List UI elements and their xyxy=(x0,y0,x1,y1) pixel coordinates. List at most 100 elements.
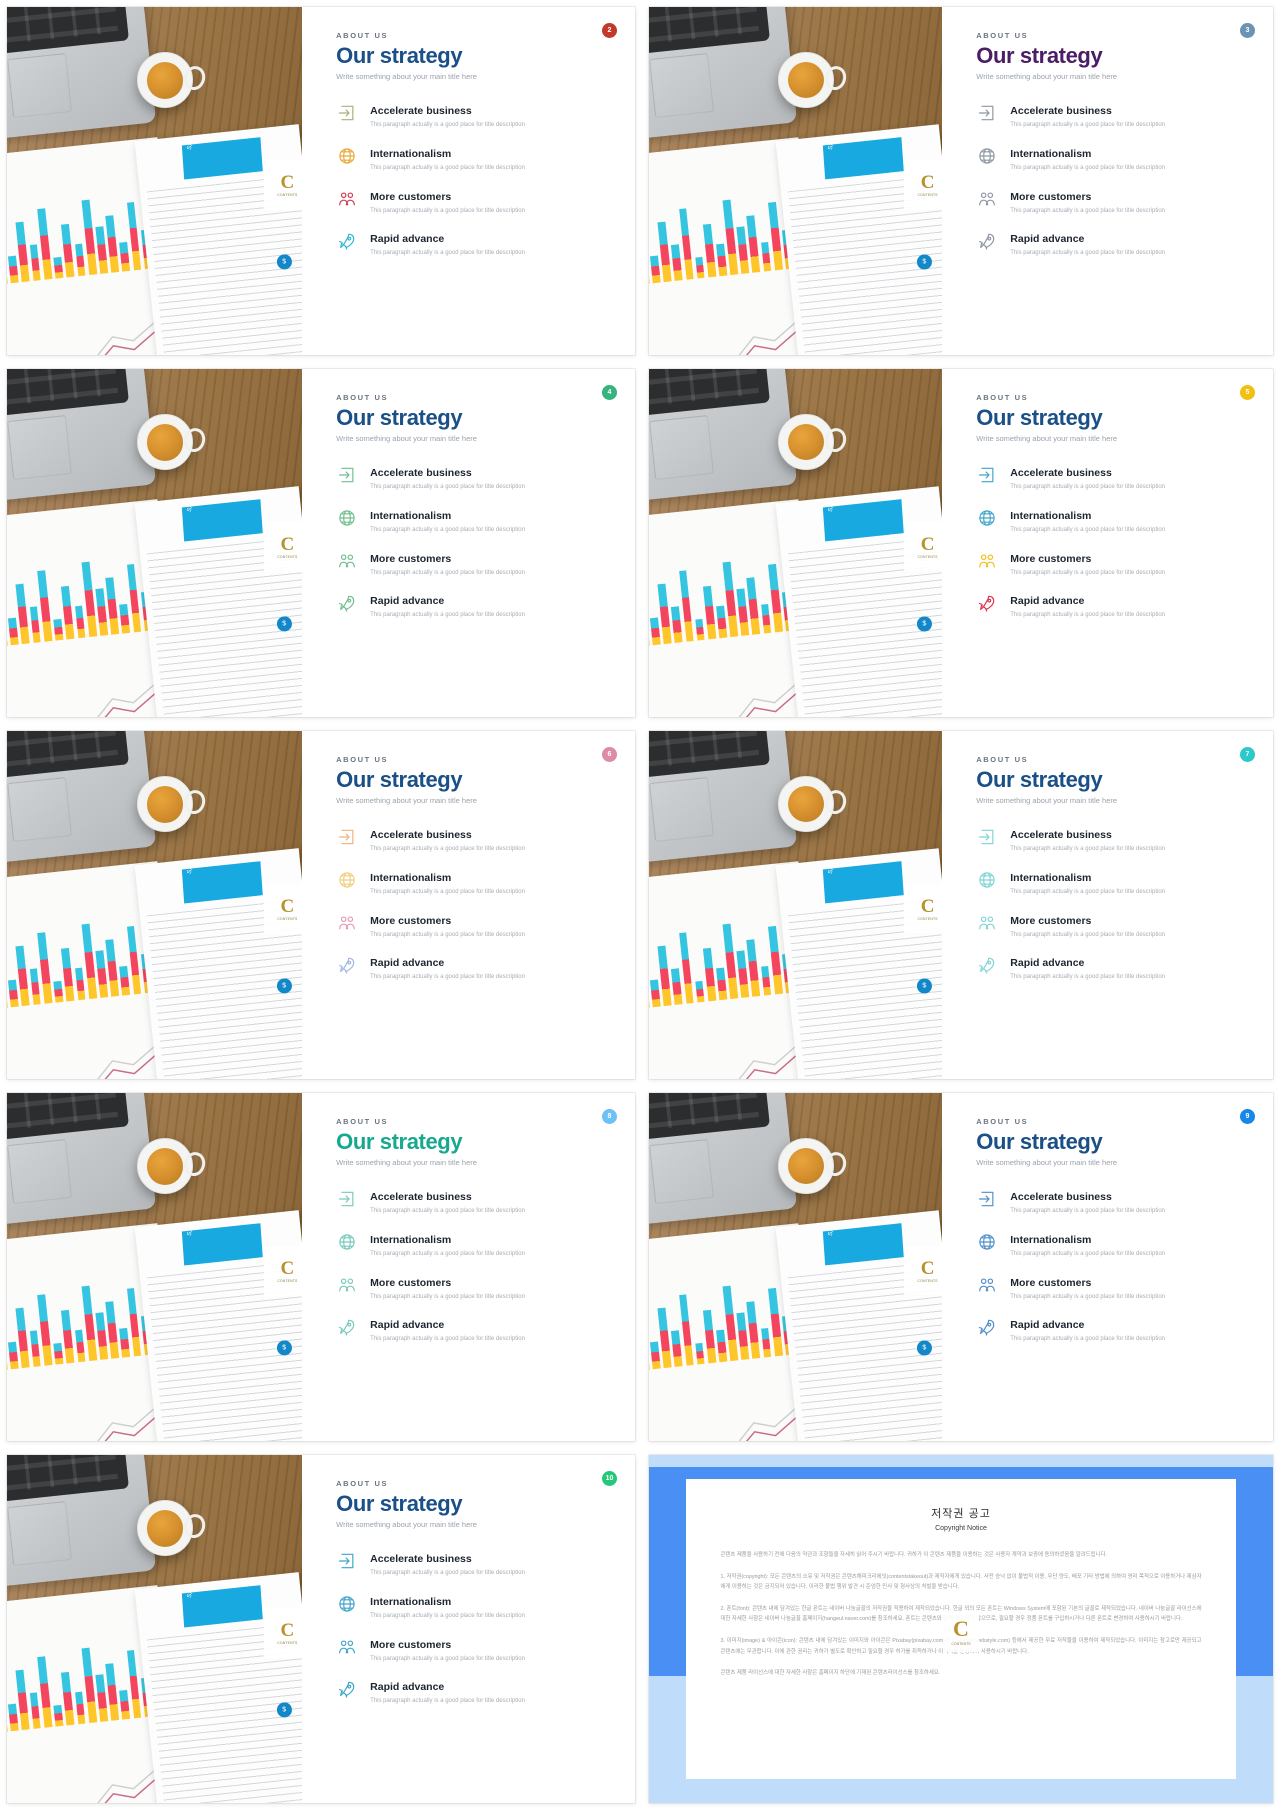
line-chart-graphic xyxy=(14,1407,157,1441)
feature-item[interactable]: Internationalism This paragraph actually … xyxy=(976,506,1243,535)
slide-subtitle: Write something about your main title he… xyxy=(336,796,477,806)
feature-item[interactable]: Internationalism This paragraph actually … xyxy=(976,1230,1243,1259)
watermark-label: CONTENTS xyxy=(951,1641,971,1646)
feature-item[interactable]: Rapid advance This paragraph actually is … xyxy=(336,953,605,982)
contents-watermark: C CONTENTS xyxy=(904,522,943,572)
feature-title: Accelerate business xyxy=(370,105,472,118)
feature-item[interactable]: Rapid advance This paragraph actually is … xyxy=(336,1677,605,1706)
feature-item[interactable]: Accelerate business This paragraph actual… xyxy=(336,101,605,130)
feature-item[interactable]: Accelerate business This paragraph actual… xyxy=(976,101,1243,130)
line-chart-graphic xyxy=(14,1769,157,1803)
slide-subtitle: Write something about your main title he… xyxy=(976,72,1118,82)
contents-watermark: C CONTENTS xyxy=(904,884,943,934)
feature-item[interactable]: More customers This paragraph actually is… xyxy=(336,549,605,578)
people-group-icon xyxy=(976,912,998,934)
slide-subtitle: Write something about your main title he… xyxy=(976,434,1118,444)
feature-description: This paragraph actually is a good place … xyxy=(1010,526,1166,533)
feature-item[interactable]: Rapid advance This paragraph actually is … xyxy=(336,591,605,620)
slide-thumbnail[interactable]: SAMANTHA BLACK$CCONTENTS ABOUT US Our stra… xyxy=(0,1448,642,1810)
feature-description: This paragraph actually is a good place … xyxy=(370,931,525,938)
arrow-into-box-icon xyxy=(336,1188,358,1210)
slide-eyebrow: ABOUT US xyxy=(976,755,1029,764)
slide-thumbnail[interactable]: SAMANTHA BLACK$CCONTENTS ABOUT US Our stra… xyxy=(0,1086,642,1448)
slide-thumbnail[interactable]: SAMANTHA BLACK$CCONTENTS ABOUT US Our stra… xyxy=(0,0,642,362)
slide-eyebrow: ABOUT US xyxy=(976,393,1029,402)
feature-item[interactable]: Rapid advance This paragraph actually is … xyxy=(336,229,605,258)
contents-watermark: C CONTENTS xyxy=(904,160,943,210)
feature-item[interactable]: More customers This paragraph actually is… xyxy=(336,1635,605,1664)
feature-item[interactable]: Accelerate business This paragraph actual… xyxy=(976,825,1243,854)
feature-description: This paragraph actually is a good place … xyxy=(370,1336,525,1343)
feature-item[interactable]: Internationalism This paragraph actually … xyxy=(336,1230,605,1259)
feature-item[interactable]: Rapid advance This paragraph actually is … xyxy=(336,1315,605,1344)
slide-title: Our strategy xyxy=(336,767,463,792)
watermark-label: CONTENTS xyxy=(277,916,298,921)
slide-number-badge: 10 xyxy=(602,1471,617,1486)
feature-item[interactable]: Rapid advance This paragraph actually is … xyxy=(976,953,1243,982)
slide-thumbnail[interactable]: SAMANTHA BLACK$CCONTENTS ABOUT US Our stra… xyxy=(642,724,1280,1086)
slide-title: Our strategy xyxy=(976,405,1103,430)
feature-item[interactable]: More customers This paragraph actually is… xyxy=(336,1273,605,1302)
feature-description: This paragraph actually is a good place … xyxy=(1010,569,1166,576)
globe-icon xyxy=(976,507,998,529)
feature-item[interactable]: More customers This paragraph actually is… xyxy=(976,187,1243,216)
slide-thumbnail[interactable]: SAMANTHA BLACK$CCONTENTS ABOUT US Our stra… xyxy=(0,724,642,1086)
feature-item[interactable]: Internationalism This paragraph actually … xyxy=(976,144,1243,173)
feature-item[interactable]: Internationalism This paragraph actually … xyxy=(336,506,605,535)
feature-item[interactable]: Internationalism This paragraph actually … xyxy=(976,868,1243,897)
line-chart-graphic xyxy=(656,1045,798,1079)
feature-title: Rapid advance xyxy=(1010,957,1085,970)
slide-number-badge: 4 xyxy=(602,385,617,400)
feature-item[interactable]: Internationalism This paragraph actually … xyxy=(336,1592,605,1621)
feature-description: This paragraph actually is a good place … xyxy=(1010,931,1166,938)
feature-item[interactable]: Rapid advance This paragraph actually is … xyxy=(976,229,1243,258)
watermark-letter: C xyxy=(280,1619,295,1641)
feature-item[interactable]: Accelerate business This paragraph actual… xyxy=(336,1549,605,1578)
slide-number-badge: 6 xyxy=(602,747,617,762)
globe-icon xyxy=(336,507,358,529)
feature-item[interactable]: Accelerate business This paragraph actual… xyxy=(336,825,605,854)
copyright-slide-thumbnail[interactable]: 저작권 공고 Copyright Notice 콘텐츠 제품을 사용하기 전에 다음… xyxy=(642,1448,1280,1810)
printed-resume-paper: SAMANTHA BLACK$ xyxy=(134,1210,303,1441)
slide-photo: SAMANTHA BLACK$CCONTENTS xyxy=(7,731,303,1079)
feature-item[interactable]: More customers This paragraph actually is… xyxy=(336,187,605,216)
slide-thumbnail[interactable]: SAMANTHA BLACK$CCONTENTS ABOUT US Our stra… xyxy=(0,362,642,724)
feature-item[interactable]: More customers This paragraph actually is… xyxy=(976,549,1243,578)
bar-chart-graphic xyxy=(7,188,153,285)
feature-item[interactable]: Internationalism This paragraph actually … xyxy=(336,868,605,897)
slide-content-panel: ABOUT US Our strategy Write something abou… xyxy=(302,731,635,1079)
arrow-into-box-icon xyxy=(976,464,998,486)
feature-item[interactable]: Internationalism This paragraph actually … xyxy=(336,144,605,173)
slide-eyebrow: ABOUT US xyxy=(336,755,389,764)
slide-thumbnail[interactable]: SAMANTHA BLACK$CCONTENTS ABOUT US Our stra… xyxy=(642,0,1280,362)
slide-thumbnail[interactable]: SAMANTHA BLACK$CCONTENTS ABOUT US Our stra… xyxy=(642,362,1280,724)
people-group-icon xyxy=(336,912,358,934)
feature-item[interactable]: Accelerate business This paragraph actual… xyxy=(336,463,605,492)
feature-item[interactable]: Rapid advance This paragraph actually is … xyxy=(976,1315,1243,1344)
feature-title: Rapid advance xyxy=(370,233,445,246)
slide-content-panel: ABOUT US Our strategy Write something abou… xyxy=(942,1093,1273,1441)
watermark-label: CONTENTS xyxy=(277,1640,298,1645)
slide-thumbnail-grid: SAMANTHA BLACK$CCONTENTSABOUT USOur stra… xyxy=(0,0,1280,1810)
slide-photo: SAMANTHA BLACK$CCONTENTS xyxy=(7,369,303,717)
arrow-into-box-icon xyxy=(976,826,998,848)
globe-icon xyxy=(336,1231,358,1253)
feature-item[interactable]: More customers This paragraph actually is… xyxy=(336,911,605,940)
rocket-icon xyxy=(976,230,998,252)
bar-chart-graphic xyxy=(7,1636,153,1733)
slide-content-panel: ABOUT US Our strategy Write something abou… xyxy=(942,731,1273,1079)
feature-item[interactable]: More customers This paragraph actually is… xyxy=(976,1273,1243,1302)
feature-item[interactable]: Accelerate business This paragraph actual… xyxy=(976,1187,1243,1216)
feature-title: Accelerate business xyxy=(370,467,472,480)
feature-item[interactable]: More customers This paragraph actually is… xyxy=(976,911,1243,940)
feature-item[interactable]: Rapid advance This paragraph actually is … xyxy=(976,591,1243,620)
slide-number-badge: 8 xyxy=(602,1109,617,1124)
feature-title: Internationalism xyxy=(1010,509,1092,522)
slide-thumbnail[interactable]: SAMANTHA BLACK$CCONTENTS ABOUT US Our stra… xyxy=(642,1086,1280,1448)
arrow-into-box-icon xyxy=(336,826,358,848)
copyright-title-english: Copyright Notice xyxy=(935,1525,987,1533)
feature-item[interactable]: Accelerate business This paragraph actual… xyxy=(976,463,1243,492)
feature-description: This paragraph actually is a good place … xyxy=(370,1655,525,1662)
feature-description: This paragraph actually is a good place … xyxy=(1010,888,1166,895)
feature-item[interactable]: Accelerate business This paragraph actual… xyxy=(336,1187,605,1216)
